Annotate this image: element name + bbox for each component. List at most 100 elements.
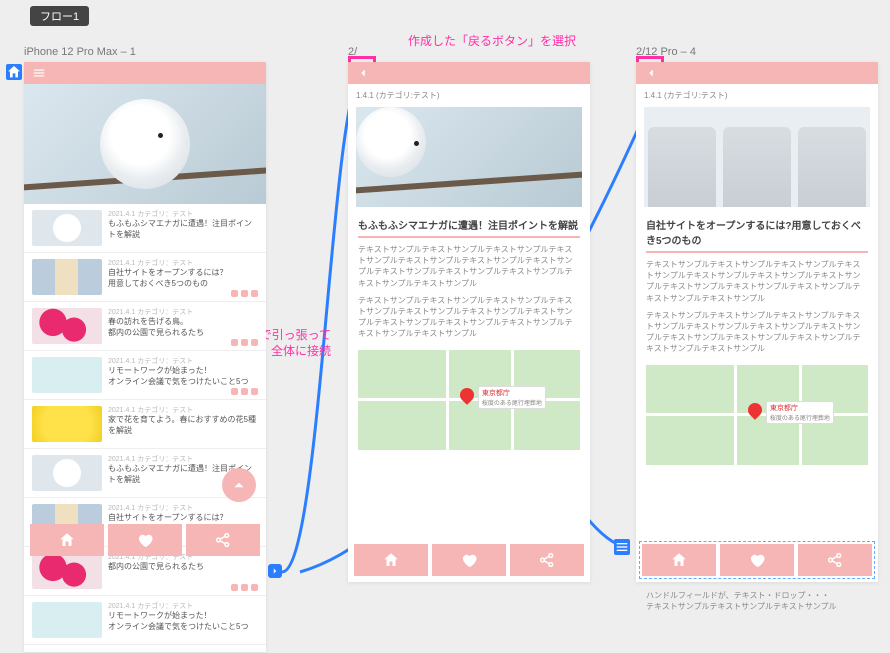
list-item-title: リモートワークが始まった！ (108, 611, 258, 622)
list-item-title: リモートワークが始まった！ (108, 366, 258, 377)
list-item-text: 2021.4.1 カテゴリ：テストリモートワークが始まった！オンライン会議で気を… (108, 602, 258, 633)
tab-favorite-button[interactable] (108, 524, 182, 556)
map-pin-label: 東京都庁 桜度のある尾行埋葬地 (478, 386, 546, 409)
heart-icon (460, 551, 478, 569)
home-flow-badge-icon[interactable] (6, 64, 22, 80)
tab-share-button[interactable] (186, 524, 260, 556)
map-pin-icon[interactable] (460, 388, 474, 402)
list-item-text: 2021.4.1 カテゴリ：テスト家で花を育てよう。春におすすめの花5種を解説 (108, 406, 258, 437)
breadcrumb: 1.4.1 (カテゴリ:テスト) (348, 84, 590, 103)
tab-favorite-button[interactable] (720, 544, 794, 576)
artboard-title[interactable]: iPhone 12 Pro Max – 1 (24, 46, 136, 58)
share-icon (826, 551, 844, 569)
artboard-title[interactable]: 2/ (348, 46, 357, 58)
tab-share-button[interactable] (798, 544, 872, 576)
list-item[interactable]: 2021.4.1 カテゴリ：テストリモートワークが始まった！オンライン会議で気を… (24, 351, 266, 400)
article-paragraph: テキストサンプルテキストサンプルテキストサンプルテキストサンプルテキストサンプル… (636, 259, 878, 310)
artboard-title[interactable]: 2/12 Pro – 4 (636, 46, 696, 58)
title-underline (358, 236, 580, 238)
list-item-text: 2021.4.1 カテゴリ：テスト都内の公園で見られるたち (108, 553, 258, 573)
tab-home-button[interactable] (642, 544, 716, 576)
bottom-tabbar[interactable] (642, 544, 872, 576)
list-item[interactable]: 2021.4.1 カテゴリ：テストもふもふシマエナガに遭遇！注目ポイントを解説 (24, 204, 266, 253)
list-item-title: 都内の公園で見られるたち (108, 562, 258, 573)
list-item-text: 2021.4.1 カテゴリ：テスト自社サイトをオープンするには？用意しておくべき… (108, 259, 258, 290)
card-indicator-icon (231, 290, 258, 297)
tab-share-button[interactable] (510, 544, 584, 576)
article-paragraph: テキストサンプルテキストサンプルテキストサンプルテキストサンプルテキストサンプル… (348, 295, 590, 346)
card-indicator-icon (231, 584, 258, 591)
thumbnail-image (32, 455, 102, 491)
list-item-subtitle: オンライン会議で気をつけたいこと5つ (108, 377, 258, 388)
chevron-left-icon (644, 66, 658, 80)
app-topbar (24, 62, 266, 84)
list-item-text: 2021.4.1 カテゴリ：テスト自社サイトをオープンするには？ (108, 504, 258, 524)
annotation-select-back-button: 作成した「戻るボタン」を選択 (408, 32, 576, 49)
heart-icon (748, 551, 766, 569)
map-pin-icon[interactable] (748, 403, 762, 417)
detail-hero-image (356, 107, 582, 207)
list-item-subtitle: オンライン会議で気をつけたいこと5つ (108, 622, 258, 633)
list-item-title: 自社サイトをオープンするには？ (108, 513, 258, 524)
thumbnail-image (32, 357, 102, 393)
back-button[interactable] (642, 64, 660, 82)
map-pin-label: 東京都庁 桜度のある尾行埋葬地 (766, 401, 834, 424)
heart-icon (136, 531, 154, 549)
scroll-top-button[interactable] (222, 468, 256, 502)
flow-handle-icon[interactable] (614, 539, 630, 555)
hero-image (24, 84, 266, 204)
caption-text: ハンドルフィールドが、テキスト・ドロップ・・・ テキストサンプルテキストサンプル… (636, 586, 878, 616)
artboard-detail-bird[interactable]: 2/ 1.4.1 (カテゴリ:テスト) もふもふシマエナガに遭遇！注目ポイントを… (348, 62, 590, 582)
thumbnail-image (32, 602, 102, 638)
thumbnail-image (32, 210, 102, 246)
list-item-subtitle: 用意しておくべき5つのもの (108, 279, 258, 290)
title-underline (646, 251, 868, 253)
list-item-title: もふもふシマエナガに遭遇！注目ポイントを解説 (108, 219, 258, 241)
back-button[interactable] (354, 64, 372, 82)
list-item[interactable]: 2021.4.1 カテゴリ：テスト自社サイトをオープンするには？用意しておくべき… (24, 253, 266, 302)
tab-favorite-button[interactable] (432, 544, 506, 576)
list-item-title: 春の訪れを告げる鳥。 (108, 317, 258, 328)
share-icon (538, 551, 556, 569)
article-paragraph: テキストサンプルテキストサンプルテキストサンプルテキストサンプルテキストサンプル… (348, 244, 590, 295)
article-paragraph: テキストサンプルテキストサンプルテキストサンプルテキストサンプルテキストサンプル… (636, 310, 878, 361)
home-icon (382, 551, 400, 569)
list-item-title: 家で花を育てよう。春におすすめの花5種を解説 (108, 415, 258, 437)
thumbnail-image (32, 308, 102, 344)
list-item[interactable]: 2021.4.1 カテゴリ：テスト家で花を育てよう。春におすすめの花5種を解説 (24, 400, 266, 449)
tab-home-button[interactable] (30, 524, 104, 556)
bottom-tabbar (30, 524, 260, 556)
thumbnail-image (32, 406, 102, 442)
canvas-stage[interactable]: 作成した「戻るボタン」を選択 ホーム画面まで引っ張って 全体に接続 iPhone… (0, 0, 890, 653)
artboard-detail-site[interactable]: 2/12 Pro – 4 1.4.1 (カテゴリ:テスト) 自社サイトをオープン… (636, 62, 878, 582)
home-icon (670, 551, 688, 569)
article-list: 2021.4.1 カテゴリ：テストもふもふシマエナガに遭遇！注目ポイントを解説 2… (24, 204, 266, 645)
chevron-left-icon (356, 66, 370, 80)
article-title: 自社サイトをオープンするには?用意しておくべき5つのもの (636, 211, 878, 251)
article-title: もふもふシマエナガに遭遇！注目ポイントを解説 (348, 211, 590, 236)
breadcrumb: 1.4.1 (カテゴリ:テスト) (636, 84, 878, 103)
list-item[interactable]: 2021.4.1 カテゴリ：テスト春の訪れを告げる鳥。都内の公園で見られるたち (24, 302, 266, 351)
list-item-text: 2021.4.1 カテゴリ：テストもふもふシマエナガに遭遇！注目ポイントを解説 (108, 210, 258, 241)
bottom-tabbar (354, 544, 584, 576)
card-indicator-icon (231, 388, 258, 395)
map-widget[interactable]: 東京都庁 桜度のある尾行埋葬地 (646, 365, 868, 465)
detail-hero-image (644, 107, 870, 207)
share-icon (214, 531, 232, 549)
map-widget[interactable]: 東京都庁 桜度のある尾行埋葬地 (358, 350, 580, 450)
list-item-text: 2021.4.1 カテゴリ：テスト春の訪れを告げる鳥。都内の公園で見られるたち (108, 308, 258, 339)
artboard-home[interactable]: iPhone 12 Pro Max – 1 2021.4.1 カテゴリ：テストも… (24, 62, 266, 652)
app-topbar (348, 62, 590, 84)
thumbnail-image (32, 553, 102, 589)
thumbnail-image (32, 259, 102, 295)
tab-home-button[interactable] (354, 544, 428, 576)
app-topbar (636, 62, 878, 84)
flow-socket-out-icon[interactable] (268, 564, 282, 578)
list-item-subtitle: 都内の公園で見られるたち (108, 328, 258, 339)
card-indicator-icon (231, 339, 258, 346)
home-icon (58, 531, 76, 549)
list-item[interactable]: 2021.4.1 カテゴリ：テストリモートワークが始まった！オンライン会議で気を… (24, 596, 266, 645)
chevron-up-icon (230, 476, 248, 494)
hamburger-icon[interactable] (30, 64, 48, 82)
list-item-title: 自社サイトをオープンするには？ (108, 268, 258, 279)
